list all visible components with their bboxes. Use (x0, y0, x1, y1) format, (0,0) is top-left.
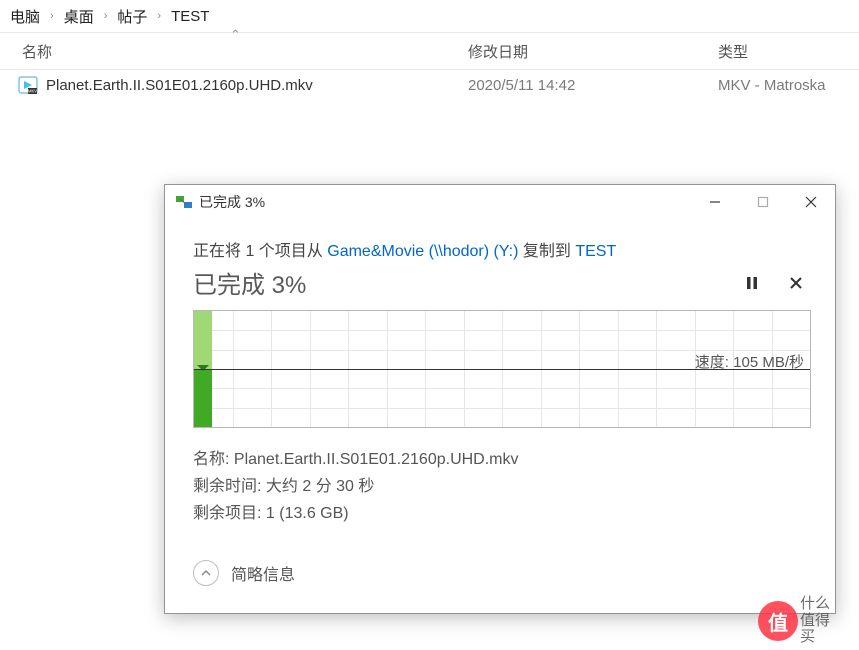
breadcrumb-item[interactable]: 桌面 (60, 6, 98, 27)
detail-items: 1 (13.6 GB) (266, 505, 349, 522)
chevron-right-icon: › (151, 10, 167, 22)
breadcrumb-item[interactable]: 电脑 (6, 6, 44, 27)
breadcrumb: 电脑 › 桌面 › 帖子 › TEST (0, 0, 859, 32)
dialog-title: 已完成 3% (199, 192, 265, 212)
mkv-file-icon: MKV (18, 75, 38, 95)
file-type: MKV - Matroska (718, 77, 826, 94)
watermark-icon: 值 (758, 601, 798, 641)
watermark: 值 什么值得买 (739, 592, 859, 650)
breadcrumb-item[interactable]: 帖子 (113, 6, 151, 27)
chevron-up-icon (193, 560, 219, 586)
file-row[interactable]: MKV Planet.Earth.II.S01E01.2160p.UHD.mkv… (0, 70, 859, 100)
cancel-button[interactable] (785, 272, 807, 294)
svg-text:MKV: MKV (28, 89, 37, 94)
chevron-right-icon: › (98, 10, 114, 22)
pause-button[interactable] (741, 272, 763, 294)
column-type[interactable]: 类型 (718, 41, 859, 62)
copy-icon (175, 193, 193, 211)
chevron-right-icon: › (44, 10, 60, 22)
indicator-icon (197, 365, 209, 371)
dest-link[interactable]: TEST (575, 243, 616, 260)
copy-description: 正在将 1 个项目从 Game&Movie (\\hodor) (Y:) 复制到… (193, 237, 807, 261)
breadcrumb-item[interactable]: TEST (167, 8, 213, 25)
detail-time: 大约 2 分 30 秒 (266, 478, 374, 495)
speed-label: 速度: 105 MB/秒 (695, 351, 804, 372)
column-name[interactable]: 名称 (0, 41, 468, 62)
file-name: Planet.Earth.II.S01E01.2160p.UHD.mkv (46, 77, 313, 94)
column-date[interactable]: 修改日期 (468, 41, 718, 62)
speed-chart: 速度: 105 MB/秒 (193, 310, 811, 428)
copy-progress-dialog: 已完成 3% 正在将 1 个项目从 Game&Movie (\\hodor) (… (164, 184, 836, 614)
progress-bar-top (194, 311, 212, 369)
detail-name: Planet.Earth.II.S01E01.2160p.UHD.mkv (234, 451, 519, 468)
titlebar: 已完成 3% (165, 185, 835, 219)
close-button[interactable] (787, 186, 835, 218)
column-headers: ⌃ 名称 修改日期 类型 (0, 32, 859, 70)
source-link[interactable]: Game&Movie (\\hodor) (Y:) (327, 243, 518, 260)
sort-indicator-icon: ⌃ (230, 27, 241, 43)
maximize-button[interactable] (739, 186, 787, 218)
progress-text: 已完成 3% (193, 265, 306, 300)
less-info-toggle[interactable]: 简略信息 (193, 560, 807, 586)
transfer-details: 名称: Planet.Earth.II.S01E01.2160p.UHD.mkv… (193, 446, 807, 528)
file-date: 2020/5/11 14:42 (468, 77, 718, 94)
progress-bar-bottom (194, 369, 212, 427)
minimize-button[interactable] (691, 186, 739, 218)
